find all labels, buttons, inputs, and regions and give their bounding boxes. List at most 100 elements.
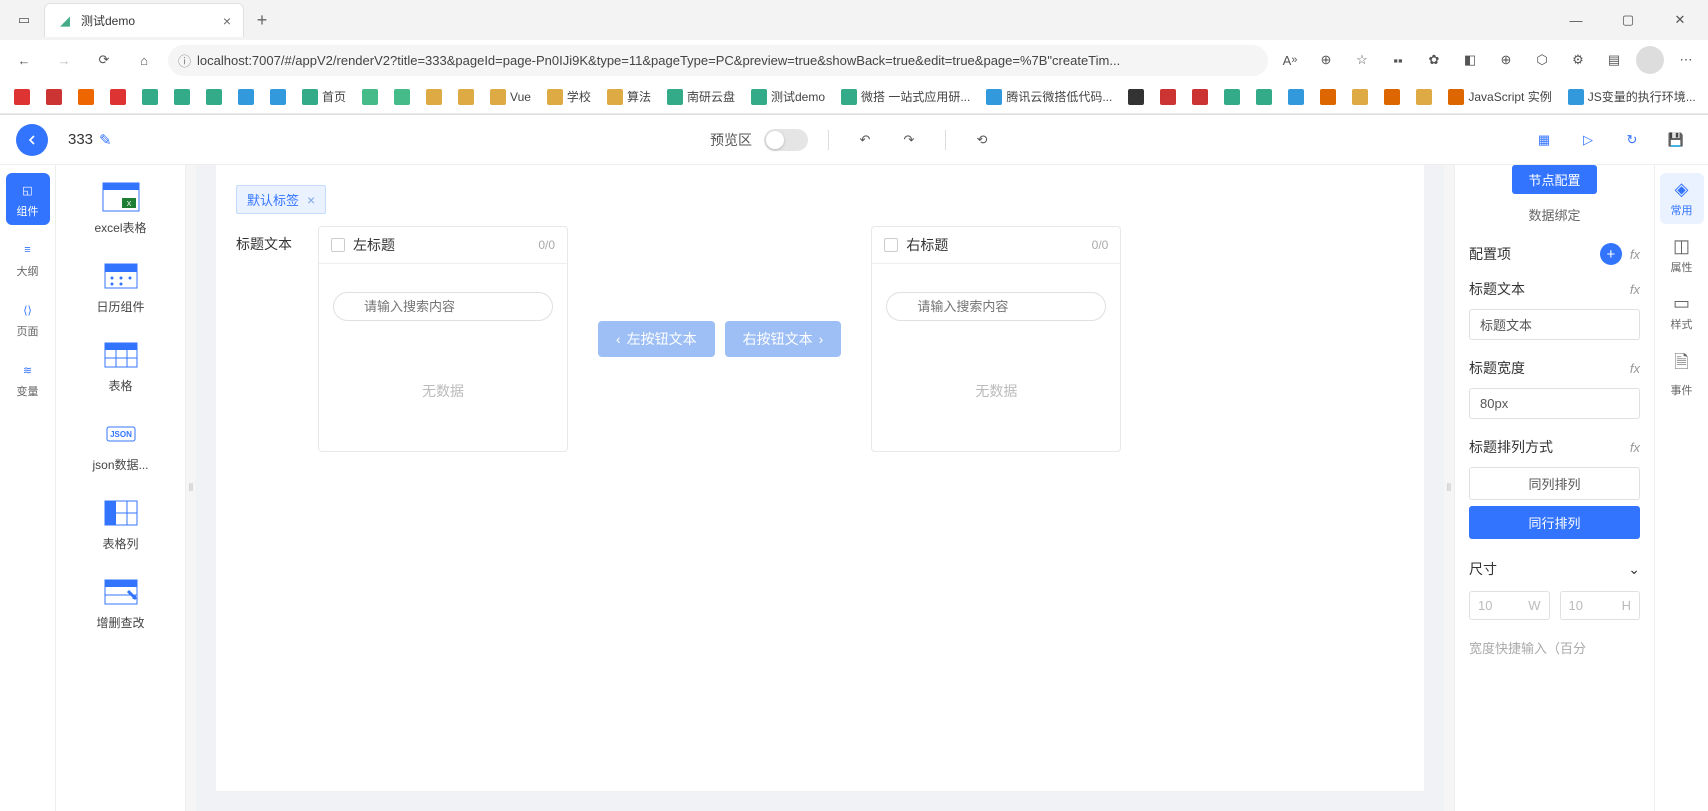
refresh-button[interactable]: ⟳ — [88, 44, 120, 76]
component-表格列[interactable]: 表格列 — [56, 485, 185, 564]
default-tag-chip[interactable]: 默认标签 × — [236, 185, 326, 214]
move-right-button[interactable]: 右按钮文本 › — [725, 321, 842, 357]
config-tab-节点配置[interactable]: 节点配置 — [1512, 165, 1596, 194]
height-input[interactable]: 10 H — [1560, 591, 1641, 620]
bookmark-item[interactable]: 首页 — [296, 84, 352, 109]
bookmark-item[interactable] — [1186, 85, 1214, 109]
ext1-icon[interactable]: ▪▪ — [1384, 46, 1412, 74]
right-rail-样式[interactable]: ▭样式 — [1660, 287, 1704, 338]
back-button[interactable]: ← — [8, 44, 40, 76]
ext3-icon[interactable]: ◧ — [1456, 46, 1484, 74]
qr-icon[interactable]: ▦ — [1528, 124, 1560, 156]
bookmark-item[interactable] — [8, 85, 36, 109]
bookmark-item[interactable]: 腾讯云微搭低代码... — [980, 84, 1118, 109]
bookmark-item[interactable] — [136, 85, 164, 109]
rail-item-页面[interactable]: ⟨⟩页面 — [6, 293, 50, 345]
forward-button[interactable]: → — [48, 44, 80, 76]
left-search-input[interactable] — [333, 292, 553, 321]
title-width-input[interactable] — [1469, 388, 1640, 419]
menu-icon[interactable]: ⋯ — [1672, 46, 1700, 74]
preview-toggle[interactable] — [764, 129, 808, 151]
left-select-all-checkbox[interactable] — [331, 238, 345, 252]
ext6-icon[interactable]: ▤ — [1600, 46, 1628, 74]
bookmark-item[interactable] — [104, 85, 132, 109]
rail-item-变量[interactable]: ≋变量 — [6, 353, 50, 405]
ext2-icon[interactable]: ✿ — [1420, 46, 1448, 74]
bookmark-item[interactable]: JS变量的执行环境... — [1562, 84, 1702, 109]
bookmark-item[interactable]: 算法 — [601, 84, 657, 109]
reader-icon[interactable]: A» — [1276, 46, 1304, 74]
component-日历组件[interactable]: 日历组件 — [56, 248, 185, 327]
maximize-button[interactable]: ▢ — [1608, 5, 1648, 35]
bookmark-item[interactable] — [1250, 85, 1278, 109]
browser-tab[interactable]: ◢ 测试demo × — [44, 3, 244, 37]
bookmark-item[interactable] — [72, 85, 100, 109]
home-button[interactable]: ⌂ — [128, 44, 160, 76]
play-icon[interactable]: ▷ — [1572, 124, 1604, 156]
fx-icon[interactable]: fx — [1630, 247, 1640, 262]
bookmark-item[interactable] — [264, 85, 292, 109]
back-circle-button[interactable] — [16, 124, 48, 156]
resize-handle-left[interactable]: ⦀ — [186, 165, 196, 811]
fx-icon[interactable]: fx — [1630, 282, 1640, 297]
layout-option-同行排列[interactable]: 同行排列 — [1469, 506, 1640, 539]
bookmark-item[interactable] — [200, 85, 228, 109]
bookmark-item[interactable] — [1346, 85, 1374, 109]
tab-close-icon[interactable]: × — [223, 13, 231, 29]
bookmark-item[interactable] — [232, 85, 260, 109]
bookmark-item[interactable] — [1122, 85, 1150, 109]
title-text-input[interactable] — [1469, 309, 1640, 340]
favorite-icon[interactable]: ☆ — [1348, 46, 1376, 74]
bookmark-item[interactable] — [420, 85, 448, 109]
bookmark-item[interactable]: 南研云盘 — [661, 84, 741, 109]
new-tab-button[interactable]: + — [248, 6, 276, 34]
fx-icon[interactable]: fx — [1630, 361, 1640, 376]
component-增删查改[interactable]: 增删查改 — [56, 564, 185, 643]
bookmark-item[interactable]: Vue — [484, 85, 537, 109]
right-select-all-checkbox[interactable] — [884, 238, 898, 252]
right-rail-事件[interactable]: 🗎事件 — [1660, 344, 1704, 404]
tab-overview-icon[interactable]: ▭ — [8, 4, 40, 36]
ext4-icon[interactable]: ⬡ — [1528, 46, 1556, 74]
minimize-button[interactable]: — — [1556, 5, 1596, 35]
save-icon[interactable]: 💾 — [1660, 124, 1692, 156]
move-left-button[interactable]: ‹ 左按钮文本 — [598, 321, 715, 357]
bookmark-item[interactable] — [1378, 85, 1406, 109]
collections-icon[interactable]: ⊕ — [1492, 46, 1520, 74]
edit-name-icon[interactable]: ✎ — [99, 131, 112, 149]
layout-option-同列排列[interactable]: 同列排列 — [1469, 467, 1640, 500]
translate-icon[interactable]: ⊕ — [1312, 46, 1340, 74]
bookmark-item[interactable] — [1314, 85, 1342, 109]
bookmark-item[interactable] — [1282, 85, 1310, 109]
sync-button[interactable]: ⟲ — [966, 124, 998, 156]
redo-button[interactable]: ↷ — [893, 124, 925, 156]
bookmark-item[interactable]: 测试demo — [745, 84, 831, 109]
right-search-input[interactable] — [886, 292, 1106, 321]
close-window-button[interactable]: ✕ — [1660, 5, 1700, 35]
profile-avatar[interactable] — [1636, 46, 1664, 74]
bookmark-item[interactable]: 学校 — [541, 84, 597, 109]
add-config-button[interactable]: + — [1600, 243, 1622, 265]
bookmark-item[interactable] — [356, 85, 384, 109]
undo-button[interactable]: ↶ — [849, 124, 881, 156]
bookmark-item[interactable] — [1154, 85, 1182, 109]
right-rail-属性[interactable]: ◫属性 — [1660, 230, 1704, 281]
size-header[interactable]: 尺寸 ⌄ — [1469, 559, 1640, 579]
fx-icon[interactable]: fx — [1630, 440, 1640, 455]
rail-item-大纲[interactable]: ≡大纲 — [6, 233, 50, 285]
width-input[interactable]: 10 W — [1469, 591, 1550, 620]
right-rail-常用[interactable]: ◈常用 — [1660, 173, 1704, 224]
rail-item-组件[interactable]: ◱组件 — [6, 173, 50, 225]
url-input[interactable]: ⓘ localhost:7007/#/appV2/renderV2?title=… — [168, 45, 1268, 76]
bookmark-item[interactable] — [1218, 85, 1246, 109]
history-icon[interactable]: ↻ — [1616, 124, 1648, 156]
resize-handle-right[interactable]: ⦀ — [1444, 165, 1454, 811]
bookmark-item[interactable] — [452, 85, 480, 109]
bookmark-item[interactable] — [40, 85, 68, 109]
canvas-area[interactable]: 默认标签 × 标题文本 左标题 0/0 — [196, 165, 1444, 811]
bookmark-item[interactable]: JavaScript 实例 — [1442, 84, 1557, 109]
tag-close-icon[interactable]: × — [307, 192, 315, 208]
component-json数据...[interactable]: JSONjson数据... — [56, 406, 185, 485]
bookmark-item[interactable]: 微搭 一站式应用研... — [835, 84, 976, 109]
bookmark-item[interactable] — [388, 85, 416, 109]
